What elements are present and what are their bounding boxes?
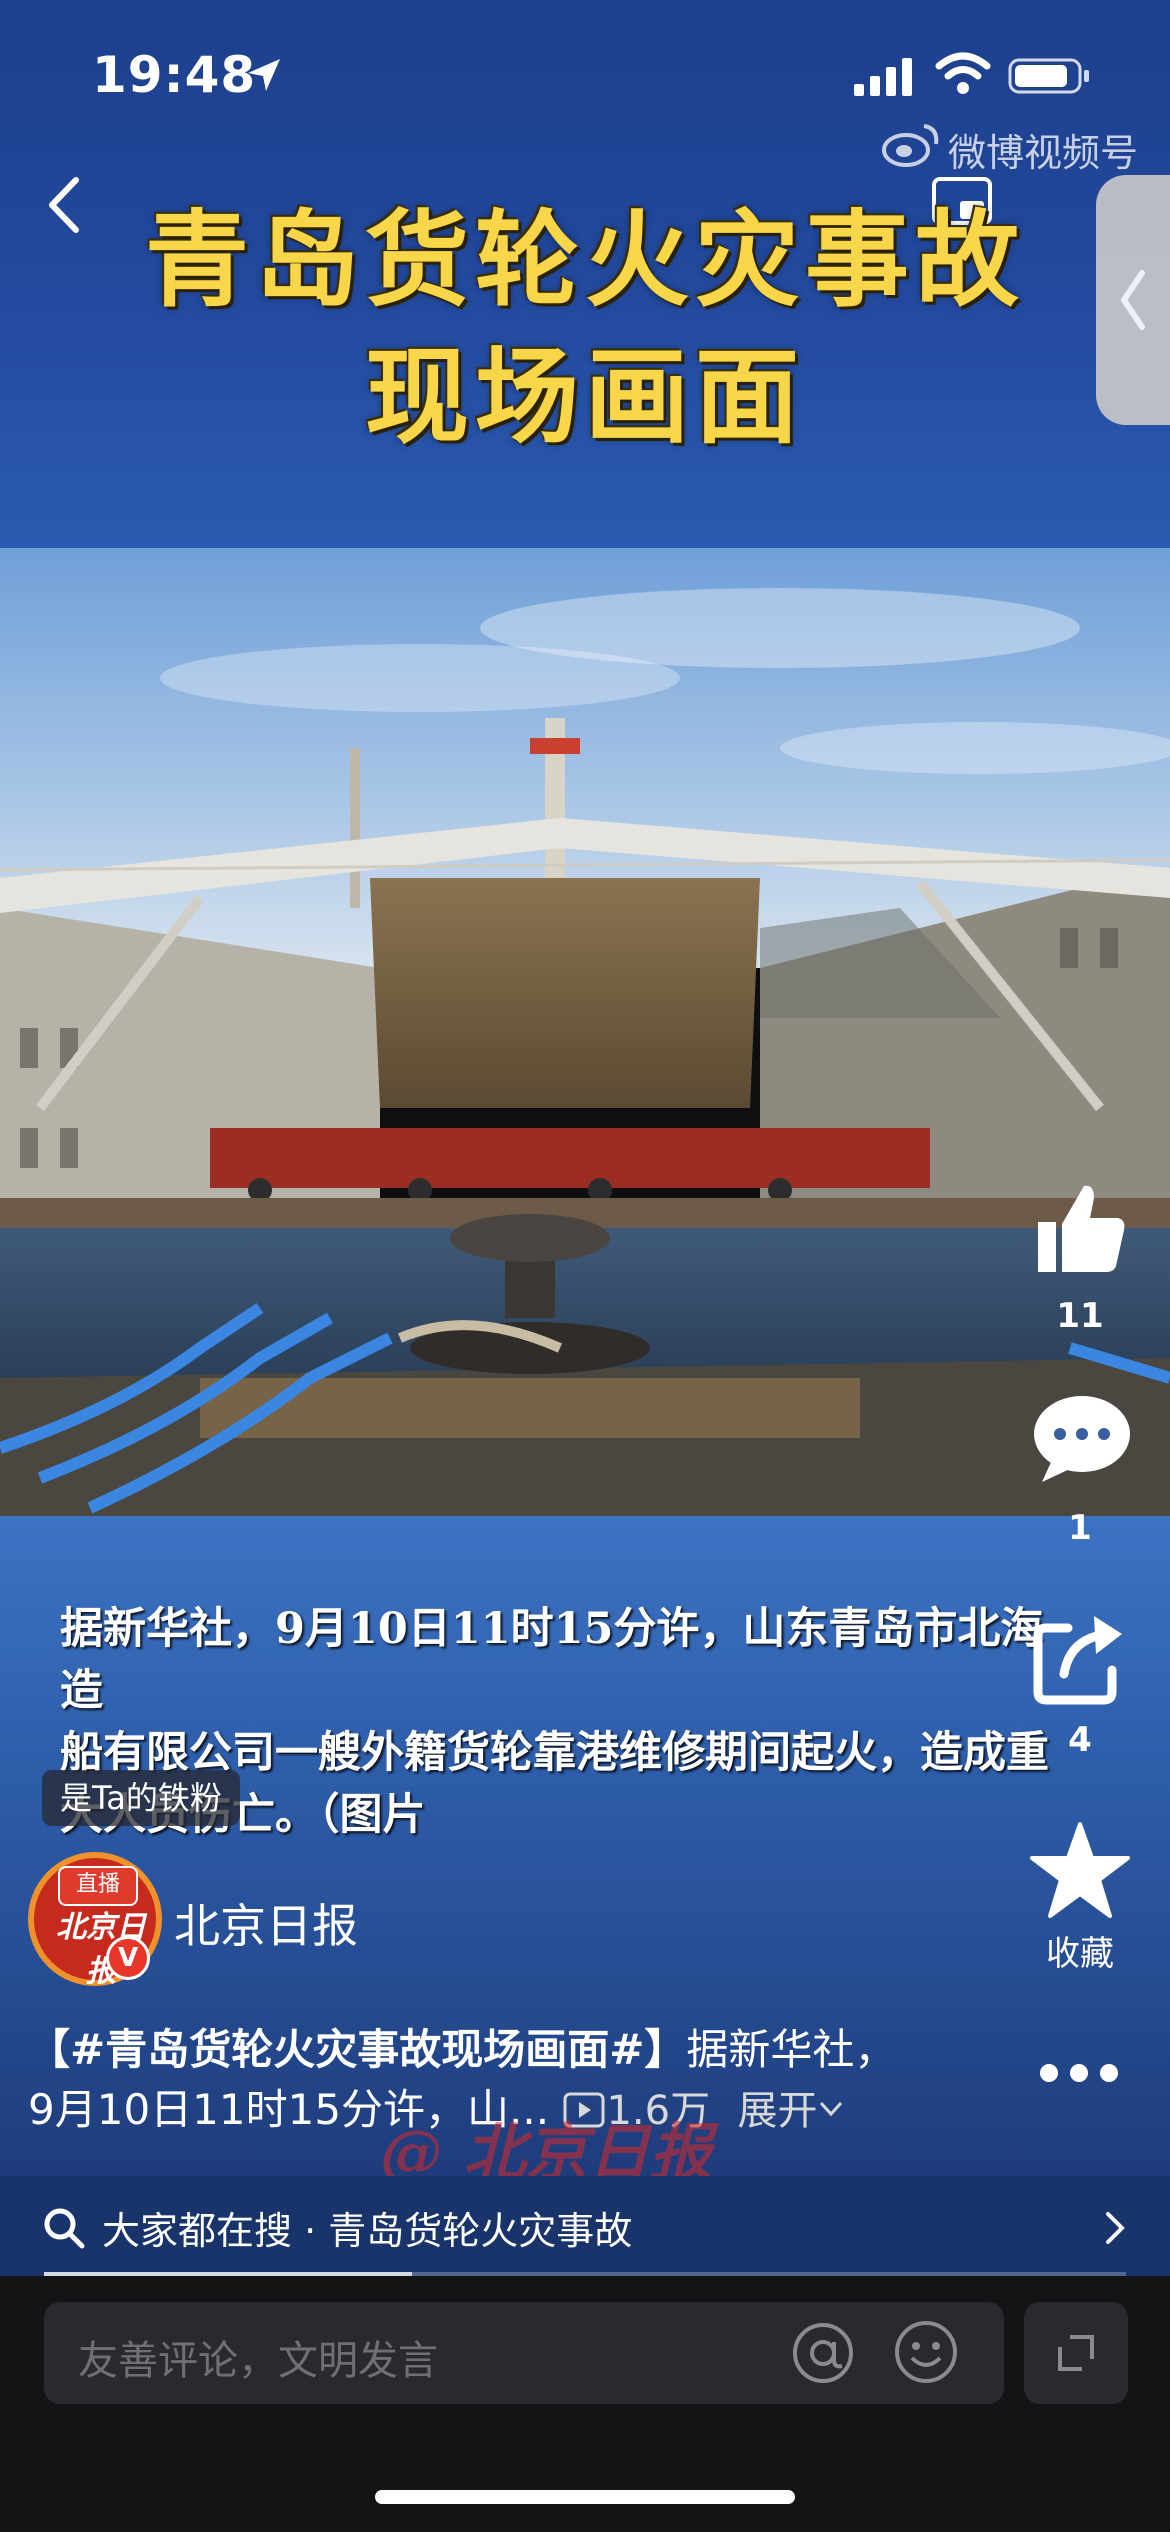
subtitle-line: 据新华社，9月10日11时15分许，山东青岛市北海造 (60, 1604, 1044, 1716)
search-query: 青岛货轮火灾事故 (328, 2209, 633, 2253)
live-tag: 直播 (58, 1866, 138, 1906)
search-separator: · (304, 2209, 317, 2253)
chevron-right-icon (1106, 2212, 1125, 2244)
post-hashtag-title[interactable]: 【#青岛货轮火灾事故现场画面#】 (28, 2025, 686, 2074)
search-icon (44, 2208, 85, 2249)
post-text-part1: 据新华社， (686, 2025, 897, 2074)
cellular-signal-icon (854, 58, 912, 96)
favorite-label: 收藏 (1046, 1934, 1114, 1974)
at-mention-icon[interactable] (790, 2320, 856, 2386)
status-time: 19:48 (92, 46, 257, 104)
wifi-icon (935, 52, 991, 94)
home-indicator (375, 2490, 795, 2504)
more-options-button[interactable] (1035, 2058, 1123, 2088)
favorite-star-button[interactable] (1028, 1820, 1132, 1920)
comment-count: 1 (1068, 1508, 1092, 1548)
battery-icon (1008, 58, 1089, 94)
search-prefix: 大家都在搜 (102, 2209, 293, 2253)
weibo-logo-icon (882, 124, 939, 167)
like-count: 11 (1056, 1296, 1104, 1336)
video-headline-line1: 青岛货轮火灾事故 (144, 198, 1025, 321)
shipyard-photo (0, 548, 1170, 1516)
comment-button[interactable] (1030, 1390, 1134, 1486)
location-arrow-icon (248, 59, 280, 91)
like-button[interactable] (1030, 1178, 1130, 1278)
emoji-icon[interactable] (892, 2318, 960, 2386)
fullscreen-comment-button[interactable] (1024, 2302, 1128, 2404)
video-headline-line2: 现场画面 (364, 335, 805, 458)
video-frame[interactable] (0, 548, 1170, 1516)
expand-icon (1058, 2335, 1094, 2371)
share-button[interactable] (1030, 1608, 1130, 1708)
fan-badge: 是Ta的铁粉 (42, 1770, 240, 1826)
chevron-down-icon (820, 2101, 843, 2117)
verified-badge: V (106, 1936, 150, 1980)
expand-label: 展开 (737, 2088, 818, 2134)
comment-placeholder: 友善评论，文明发言 (78, 2338, 438, 2384)
share-count: 4 (1068, 1720, 1092, 1760)
weibo-video-watermark: 微博视频号 (948, 131, 1139, 175)
expand-button[interactable]: 展开 (737, 2088, 845, 2134)
author-name[interactable]: 北京日报 (174, 1890, 358, 1956)
search-suggestion-text[interactable]: 大家都在搜 · 青岛货轮火灾事故 (102, 2200, 632, 2255)
